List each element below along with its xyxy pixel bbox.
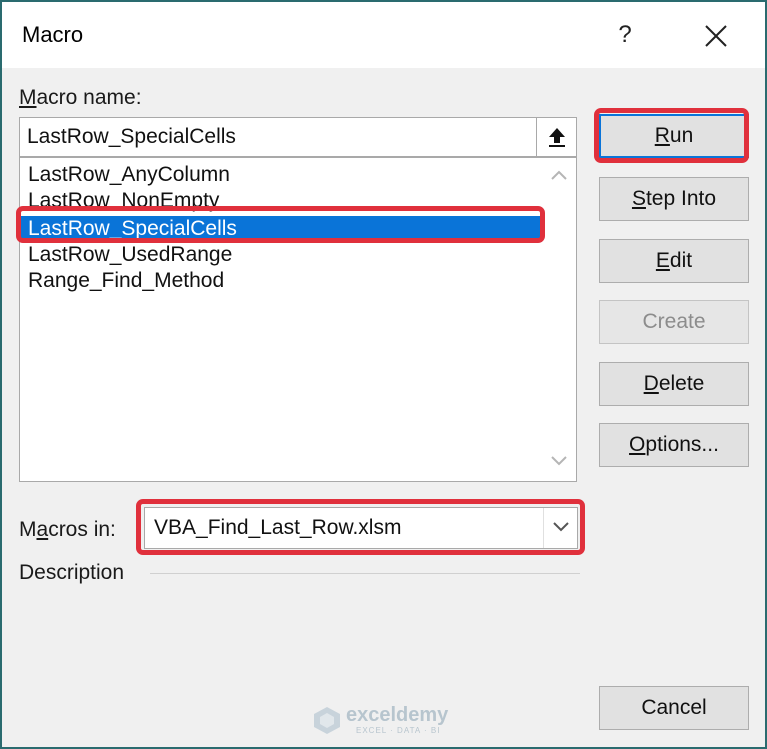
create-button[interactable]: Create <box>599 300 749 344</box>
close-button[interactable] <box>698 18 734 54</box>
scroll-down-icon[interactable] <box>551 456 567 466</box>
run-button[interactable]: Run <box>599 114 749 158</box>
step-into-button[interactable]: Step Into <box>599 177 749 221</box>
exceldemy-logo-icon <box>314 707 340 734</box>
cancel-button[interactable]: Cancel <box>599 686 749 730</box>
macro-name-input[interactable]: LastRow_SpecialCells <box>19 117 537 157</box>
help-button[interactable]: ? <box>608 18 642 52</box>
up-arrow-icon <box>549 128 565 147</box>
edit-button[interactable]: Edit <box>599 239 749 283</box>
macro-name-label: Macro name: <box>19 86 142 109</box>
watermark-tagline: EXCEL · DATA · BI <box>356 726 441 735</box>
list-item[interactable]: LastRow_AnyColumn <box>20 162 542 188</box>
macros-in-label: Macros in: <box>19 518 116 541</box>
dialog-title: Macro <box>22 22 84 47</box>
macros-in-select[interactable]: VBA_Find_Last_Row.xlsm <box>144 507 578 549</box>
list-item[interactable]: LastRow_UsedRange <box>20 242 542 268</box>
macro-list[interactable]: LastRow_AnyColumn LastRow_NonEmpty LastR… <box>19 157 577 482</box>
watermark: exceldemy EXCEL · DATA · BI <box>312 702 482 742</box>
list-item[interactable]: Range_Find_Method <box>20 268 542 294</box>
description-label: Description <box>19 561 125 584</box>
scroll-up-icon[interactable] <box>551 170 567 180</box>
description-divider <box>150 573 580 574</box>
options-button[interactable]: Options... <box>599 423 749 467</box>
delete-button[interactable]: Delete <box>599 362 749 406</box>
list-scrollbar[interactable] <box>542 158 576 481</box>
macros-in-value: VBA_Find_Last_Row.xlsm <box>154 516 402 539</box>
chevron-down-icon <box>553 522 569 532</box>
list-item-selected[interactable]: LastRow_SpecialCells <box>20 216 542 242</box>
macro-dialog: Macro ? Macro name: LastRow_SpecialCells… <box>0 0 767 749</box>
close-icon <box>705 25 727 47</box>
dropdown-button[interactable] <box>543 508 577 548</box>
collapse-button[interactable] <box>537 117 577 157</box>
list-item[interactable]: LastRow_NonEmpty <box>20 188 542 214</box>
watermark-name: exceldemy <box>346 704 449 726</box>
title-bar: Macro ? <box>2 2 765 68</box>
